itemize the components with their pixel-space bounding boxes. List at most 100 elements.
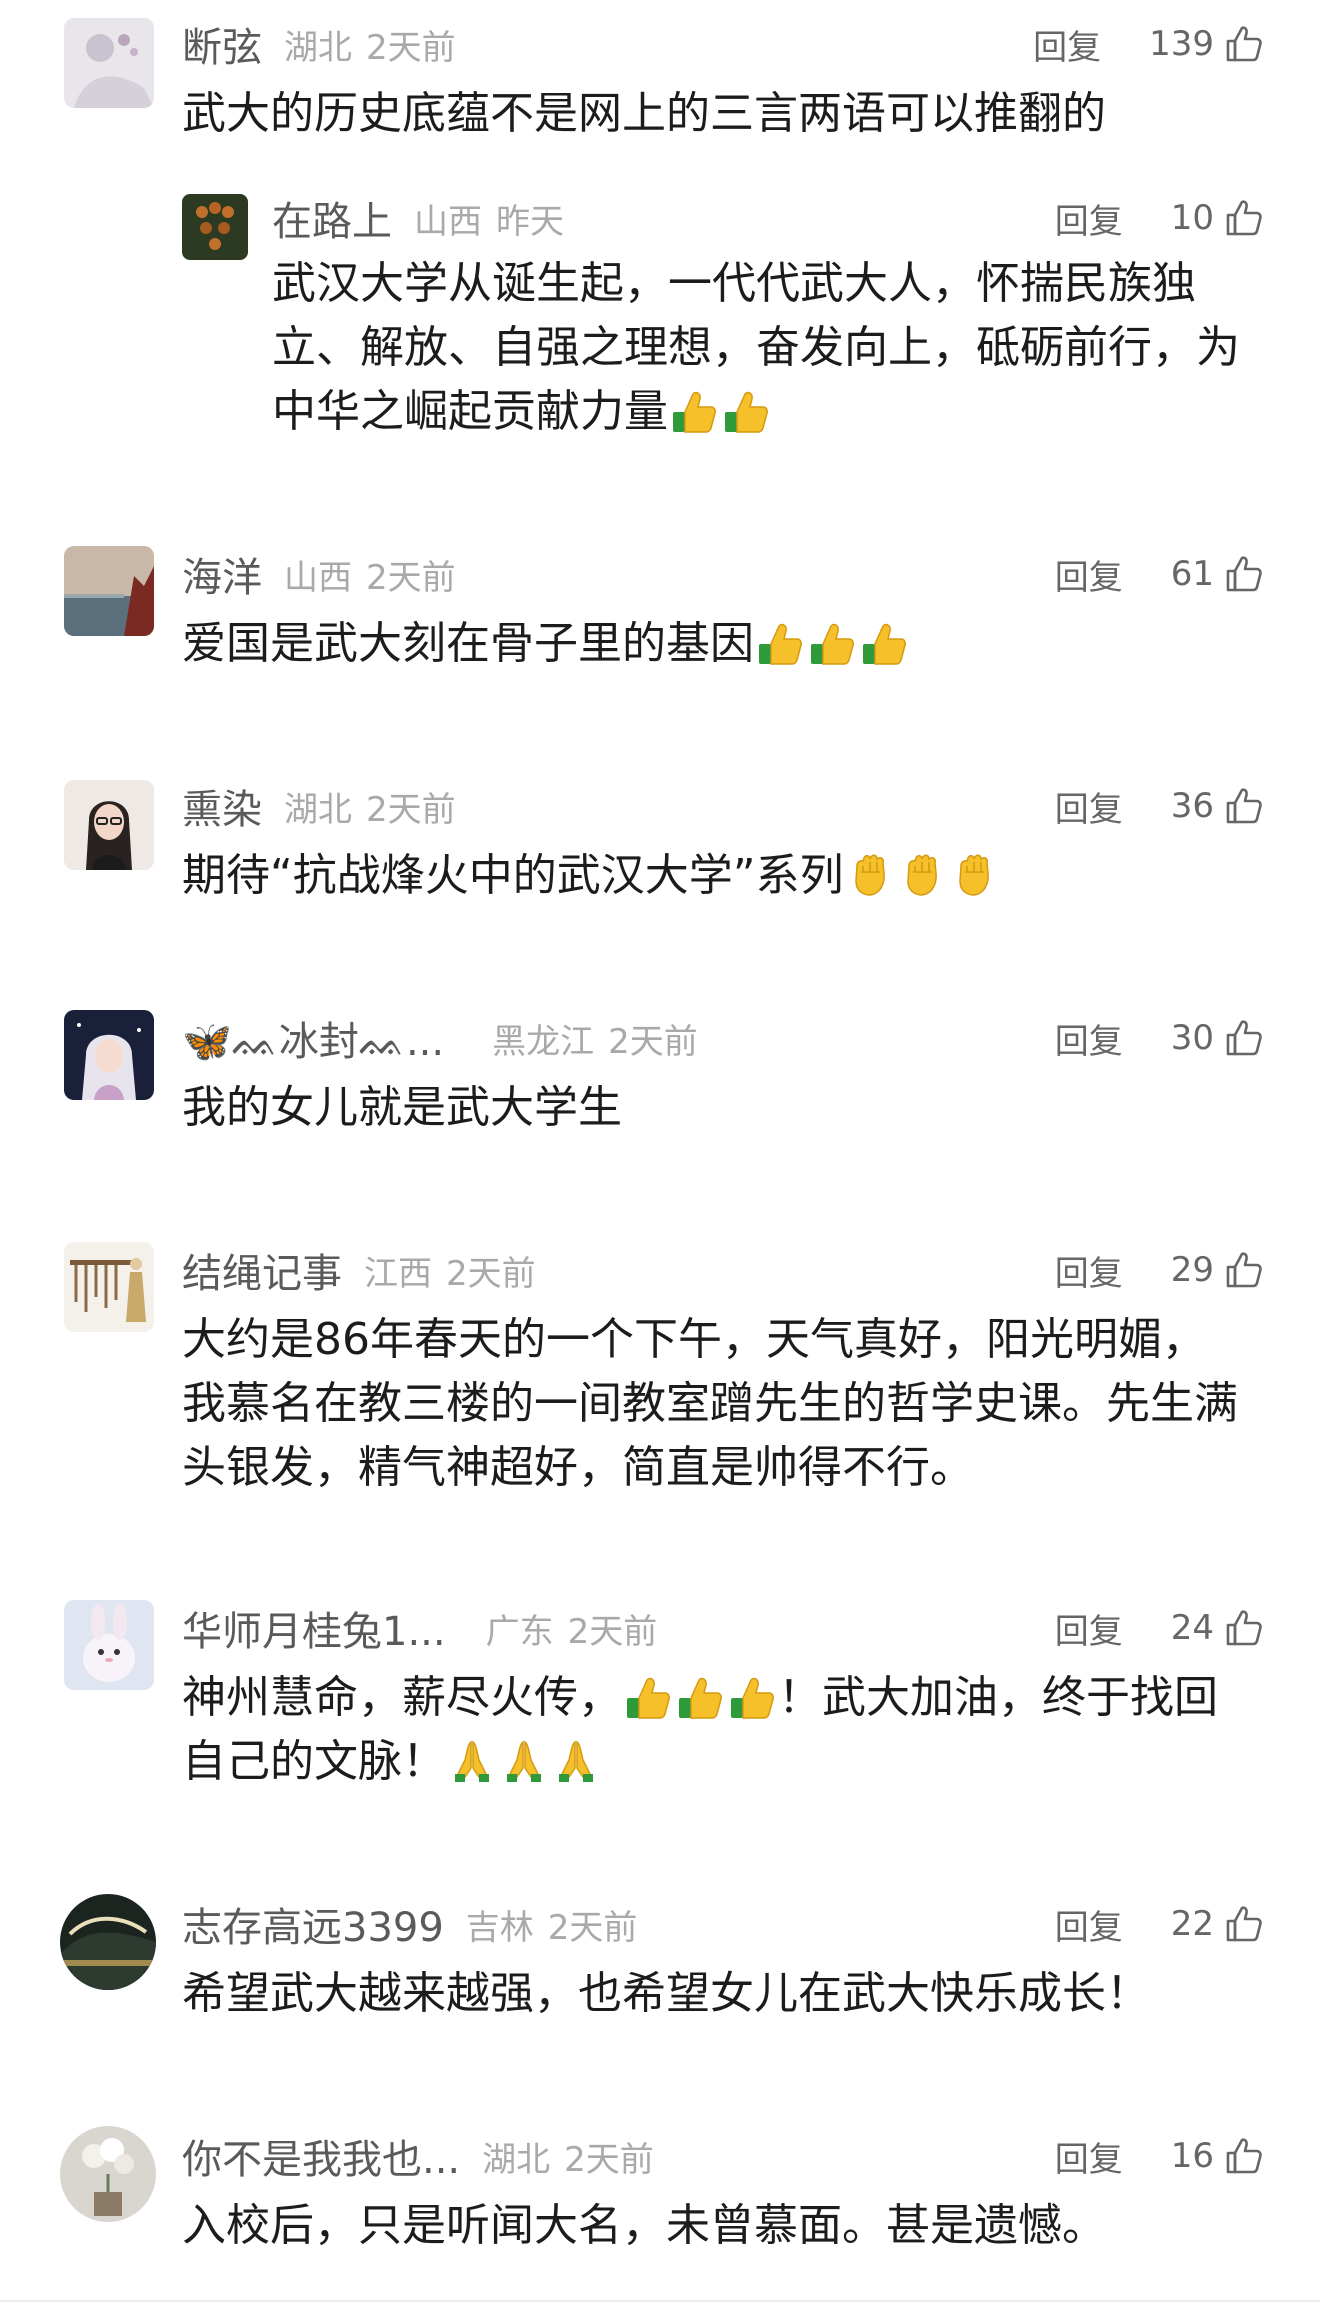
text-segment: 神州慧命，薪尽火传， — [182, 1672, 622, 1723]
avatar[interactable] — [64, 1600, 154, 1690]
thumbs-up-emoji — [729, 1674, 775, 1720]
location-label: 广东 — [485, 1611, 554, 1652]
avatar[interactable] — [60, 2126, 156, 2222]
comment-actions: 回复 24 — [1055, 1598, 1264, 1658]
folded-hands-emoji — [449, 1738, 495, 1784]
reply-button[interactable]: 回复 — [1055, 194, 1123, 243]
text-body: 期待“抗战烽火中的武汉大学”系列 — [182, 850, 844, 901]
text-body: 爱国是武大刻在骨子里的基因 — [182, 618, 754, 669]
comment-actions: 回复 61 — [1055, 544, 1264, 604]
like-count: 61 — [1170, 554, 1214, 594]
reply-button[interactable]: 回复 — [1055, 1900, 1123, 1949]
comment-meta: 🦋ᨐ冰封ᨐ... 黑龙江 2天前 — [182, 1008, 698, 1068]
like-count: 30 — [1170, 1018, 1214, 1058]
text-line: 中华之崛起贡献力量 — [272, 386, 668, 437]
username-text: ᨐ冰封ᨐ... — [231, 1019, 445, 1065]
time-label: 2天前 — [366, 789, 456, 830]
avatar[interactable] — [64, 1010, 154, 1100]
username[interactable]: 结绳记事 — [182, 1241, 342, 1299]
username[interactable]: 在路上 — [272, 189, 392, 247]
reply-button[interactable]: 回复 — [1055, 550, 1123, 599]
avatar[interactable] — [64, 1242, 154, 1332]
comment-actions: 回复 16 — [1055, 2126, 1264, 2186]
comment-text: 期待“抗战烽火中的武汉大学”系列 — [182, 844, 1262, 908]
text-line: 头银发，精气神超好，简直是帅得不行。 — [182, 1442, 974, 1493]
comment-meta: 断弦 湖北 2天前 — [182, 14, 456, 74]
location-label: 山西 — [414, 201, 482, 242]
time-label: 2天前 — [366, 27, 456, 68]
text-line: 武汉大学从诞生起，一代代武大人，怀揣民族独 — [272, 258, 1196, 309]
like-count: 10 — [1170, 198, 1214, 238]
avatar[interactable] — [182, 194, 248, 260]
location-label: 湖北 — [284, 27, 352, 68]
comment-meta: 志存高远3399 吉林 2天前 — [182, 1894, 637, 1954]
thumbs-up-icon[interactable] — [1224, 1250, 1264, 1290]
comment-meta: 你不是我我也... 湖北 2天前 — [182, 2126, 654, 2186]
username[interactable]: 🦋ᨐ冰封ᨐ... — [182, 1009, 444, 1067]
time-label: 2天前 — [567, 1611, 658, 1652]
thumbs-up-icon[interactable] — [1224, 786, 1264, 826]
text-segment: 自己的文脉！ — [182, 1736, 446, 1787]
avatar[interactable] — [64, 18, 154, 108]
username[interactable]: 海洋 — [182, 545, 262, 603]
username[interactable]: 华师月桂兔1... — [182, 1599, 446, 1657]
username[interactable]: 熏染 — [182, 777, 262, 835]
location-label: 江西 — [364, 1253, 432, 1294]
reply-button[interactable]: 回复 — [1055, 1246, 1123, 1295]
comment-text: 大约是86年春天的一个下午，天气真好，阳光明媚， 我慕名在教三楼的一间教室蹭先生… — [182, 1308, 1262, 1500]
username[interactable]: 断弦 — [182, 15, 262, 73]
comment-meta: 结绳记事 江西 2天前 — [182, 1240, 536, 1300]
time-label: 2天前 — [564, 2139, 654, 2180]
reply-button[interactable]: 回复 — [1055, 1604, 1123, 1653]
reply-button[interactable]: 回复 — [1055, 2132, 1123, 2181]
username[interactable]: 志存高远3399 — [182, 1895, 444, 1953]
reply-button[interactable]: 回复 — [1055, 782, 1123, 831]
like-count: 22 — [1170, 1904, 1214, 1944]
comment-meta: 在路上 山西 昨天 — [272, 188, 564, 248]
location-label: 黑龙江 — [492, 1021, 595, 1062]
reply-button[interactable]: 回复 — [1055, 1014, 1123, 1063]
location-label: 湖北 — [284, 789, 352, 830]
comment-actions: 回复 36 — [1055, 776, 1264, 836]
comment-text: 神州慧命，薪尽火传， ！武大加油，终于找回 自己的文脉！ — [182, 1666, 1262, 1794]
comment-actions: 回复 10 — [1055, 188, 1264, 248]
raised-fist-emoji — [847, 852, 893, 898]
thumbs-up-icon[interactable] — [1224, 1904, 1264, 1944]
avatar[interactable] — [64, 780, 154, 870]
avatar[interactable] — [60, 1894, 156, 1990]
comment-meta: 熏染 湖北 2天前 — [182, 776, 456, 836]
thumbs-up-icon[interactable] — [1224, 198, 1264, 238]
comment-text: 武汉大学从诞生起，一代代武大人，怀揣民族独 立、解放、自强之理想，奋发向上，砥砺… — [272, 252, 1262, 444]
divider — [0, 2300, 1320, 2302]
thumbs-up-icon[interactable] — [1224, 1608, 1264, 1648]
thumbs-up-icon[interactable] — [1224, 24, 1264, 64]
comment-meta: 华师月桂兔1... 广东 2天前 — [182, 1598, 657, 1658]
folded-hands-emoji — [501, 1738, 547, 1784]
raised-fist-emoji — [951, 852, 997, 898]
comment-actions: 回复 30 — [1055, 1008, 1264, 1068]
thumbs-up-emoji — [757, 620, 803, 666]
like-count: 16 — [1170, 2136, 1214, 2176]
thumbs-up-icon[interactable] — [1224, 1018, 1264, 1058]
thumbs-up-icon[interactable] — [1224, 2136, 1264, 2176]
like-count: 36 — [1170, 786, 1214, 826]
like-count: 29 — [1170, 1250, 1214, 1290]
location-label: 湖北 — [482, 2139, 551, 2180]
avatar[interactable] — [64, 546, 154, 636]
comment-text: 武大的历史底蕴不是网上的三言两语可以推翻的 — [182, 88, 1106, 139]
thumbs-up-emoji — [625, 1674, 671, 1720]
comment-text: 入校后，只是听闻大名，未曾慕面。甚是遗憾。 — [182, 2200, 1106, 2251]
username[interactable]: 你不是我我也... — [182, 2127, 460, 2185]
text-segment: ！武大加油，终于找回 — [778, 1672, 1218, 1723]
time-label: 2天前 — [446, 1253, 536, 1294]
thumbs-up-icon[interactable] — [1224, 554, 1264, 594]
like-count: 24 — [1170, 1608, 1214, 1648]
text-line-with-emoji: 自己的文脉！ — [182, 1730, 1262, 1794]
text-line: 大约是86年春天的一个下午，天气真好，阳光明媚， — [182, 1314, 1206, 1365]
folded-hands-emoji — [553, 1738, 599, 1784]
like-count: 139 — [1149, 24, 1214, 64]
location-label: 山西 — [284, 557, 352, 598]
reply-button[interactable]: 回复 — [1033, 20, 1101, 69]
text-line: 我慕名在教三楼的一间教室蹭先生的哲学史课。先生满 — [182, 1378, 1238, 1429]
thumbs-up-emoji — [809, 620, 855, 666]
